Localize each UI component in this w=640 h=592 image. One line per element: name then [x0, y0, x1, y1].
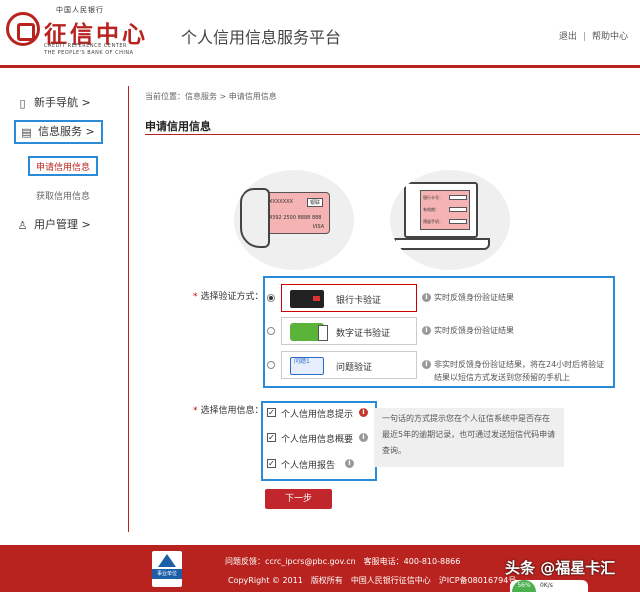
option-label: 数字证书验证 [336, 329, 391, 339]
option-bank-card[interactable]: 银行卡验证 [281, 284, 417, 312]
copyright-text: CopyRight © 2011 [228, 576, 303, 585]
sidebar-item-label: 用户管理 > [34, 218, 91, 231]
badge-label: 事业单位 [152, 569, 182, 579]
sidebar-divider [128, 86, 129, 532]
bank-card-illustration: XXXXXXX 银联 4392 2500 8888 888 VISA [234, 170, 354, 270]
logo-english-line1: CREDIT REFERENCE CENTER [44, 43, 127, 49]
info-icon: i [422, 360, 431, 369]
info-icon: i [359, 433, 368, 442]
required-mark: * [193, 292, 198, 302]
form-image: 银行卡号： 有效期： 预留手机： [420, 190, 470, 230]
option-desc: 实时反馈身份验证结果 [434, 326, 514, 335]
page-title: 申请信用信息 [145, 120, 211, 133]
card-badge: 银联 [306, 198, 323, 207]
footer-copyright: CopyRight © 2011 版权所有 中国人民银行征信中心 沪ICP备08016… [228, 575, 524, 586]
question-form-icon: 问题1 [290, 357, 324, 375]
sidebar-item-user-manage[interactable]: ♙ 用户管理 > [16, 213, 91, 237]
option-label: 问题验证 [336, 363, 373, 373]
info-icon: i [422, 293, 431, 302]
header: 中国人民银行 征信中心 CREDIT REFERENCE CENTER THE … [0, 0, 640, 68]
book-icon: ▯ [19, 96, 26, 110]
feedback-email: 问题反馈：ccrc_ipcrs@pbc.gov.cn [225, 557, 356, 566]
checkbox-credit-summary[interactable]: ✓ [267, 433, 276, 442]
info-icon: i [422, 326, 431, 335]
form-field [449, 195, 467, 200]
option-label: 银行卡验证 [336, 296, 382, 306]
credit-option-description: 一句话的方式提示您在个人征信系统中是否存在最近5年的逾期记录，也可通过发送短信代… [374, 408, 564, 467]
option-desc: 非实时反馈身份验证结果，将在24小时后将验证结果以短信方式发送到您预留的手机上 [434, 360, 605, 382]
sidebar-item-label: 信息服务 > [38, 125, 95, 138]
sidebar-subitem-apply[interactable]: 申请信用信息 [28, 156, 99, 176]
rights-text: 版权所有 [310, 576, 343, 585]
credit-option-label: 个人信用信息概要 [281, 435, 354, 445]
usb-key-icon [290, 323, 328, 341]
verify-method-label: * 选择验证方式： [193, 292, 264, 302]
bank-card-image: XXXXXXX 银联 4392 2500 8888 888 VISA [264, 192, 330, 234]
top-links: 退出 | 帮助中心 [559, 29, 628, 42]
sidebar-subitem-get[interactable]: 获取信用信息 [36, 187, 90, 207]
hand-icon [240, 188, 270, 248]
logo-english-line2: THE PEOPLE'S BANK OF CHINA [44, 50, 134, 56]
form-field [449, 207, 467, 212]
laptop-keyboard [394, 238, 490, 250]
logout-link[interactable]: 退出 [559, 32, 577, 42]
public-institution-badge[interactable]: 事业单位 [152, 551, 182, 587]
form-label-card: 银行卡号： [423, 195, 443, 200]
next-step-button[interactable]: 下一步 [265, 489, 332, 509]
sidebar-item-guide[interactable]: ▯ 新手导航 > [16, 91, 91, 115]
form-label-expiry: 有效期： [423, 207, 439, 212]
title-divider [145, 134, 640, 135]
service-phone: 客服电话：400-810-8866 [363, 557, 461, 566]
logo-seal-icon [6, 12, 40, 46]
document-icon: ▤ [21, 125, 32, 139]
logo-small-text: 中国人民银行 [56, 6, 104, 14]
page: 中国人民银行 征信中心 CREDIT REFERENCE CENTER THE … [0, 0, 640, 592]
form-field [449, 219, 467, 224]
laptop-screen: 银行卡号： 有效期： 预留手机： [404, 182, 478, 238]
card-number: 4392 2500 8888 888 [269, 215, 322, 221]
form-label-phone: 预留手机： [423, 219, 443, 224]
info-icon: i [345, 459, 354, 468]
sidebar-item-info-service[interactable]: ▤ 信息服务 > [14, 120, 103, 144]
card-number-top: XXXXXXX [269, 199, 293, 205]
emblem-icon [158, 554, 176, 567]
laptop-form-illustration: 银行卡号： 有效期： 预留手机： [390, 170, 510, 270]
credit-option-label: 个人信用信息提示 [281, 410, 354, 420]
checkbox-credit-tip[interactable]: ✓ [267, 408, 276, 417]
credit-option-label: 个人信用报告 [281, 461, 336, 471]
owner-text: 中国人民银行征信中心 [350, 576, 431, 585]
checkbox-credit-report[interactable]: ✓ [267, 459, 276, 468]
sidebar-item-label: 新手导航 > [34, 96, 91, 109]
option-question[interactable]: 问题1 问题验证 [281, 351, 417, 379]
credit-info-label: * 选择信用信息： [193, 406, 264, 416]
site-title: 个人信用信息服务平台 [181, 28, 342, 47]
footer-contact: 问题反馈：ccrc_ipcrs@pbc.gov.cn 客服电话：400-810-8… [225, 556, 468, 567]
card-brand: VISA [312, 224, 325, 230]
option-desc: 实时反馈身份验证结果 [434, 293, 514, 302]
radio-bank-card[interactable] [267, 294, 275, 302]
radio-question[interactable] [267, 361, 275, 369]
breadcrumb: 当前位置：信息服务 > 申请信用信息 [145, 92, 277, 101]
required-mark: * [193, 406, 198, 416]
link-separator: | [582, 32, 586, 42]
option-digital-cert[interactable]: 数字证书验证 [281, 317, 417, 345]
bank-card-icon [290, 290, 324, 308]
info-icon: i [359, 408, 368, 417]
watermark: 头条 @福星卡汇 [505, 559, 616, 577]
radio-digital-cert[interactable] [267, 327, 275, 335]
help-center-link[interactable]: 帮助中心 [592, 32, 628, 42]
user-icon: ♙ [17, 218, 28, 232]
